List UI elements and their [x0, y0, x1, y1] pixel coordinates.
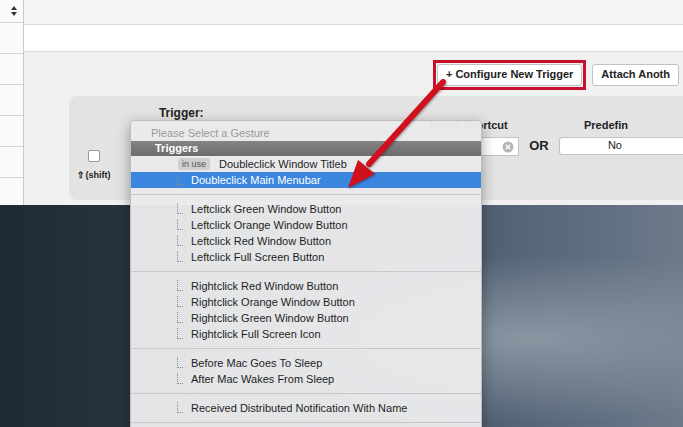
- menu-placeholder: Please Select a Gesture: [131, 125, 481, 141]
- shift-label: ⇧(shift): [77, 170, 110, 180]
- menu-item[interactable]: Received Distributed Notification With N…: [131, 400, 481, 416]
- predefined-column: Predefin No: [559, 96, 683, 200]
- menu-item[interactable]: Rightclick Orange Window Button: [131, 294, 481, 310]
- shift-column: ⇧(shift): [69, 96, 119, 200]
- menu-item[interactable]: Doubleclick Main Menubar: [131, 172, 481, 188]
- tree-mark-icon: [177, 373, 183, 384]
- tree-mark-icon: [177, 280, 183, 291]
- stepper-icon[interactable]: [10, 5, 18, 17]
- or-column: OR: [519, 96, 559, 200]
- tree-mark-icon: [177, 328, 183, 339]
- menu-separator: [131, 393, 481, 394]
- menu-item[interactable]: Rightclick Full Screen Icon: [131, 326, 481, 342]
- toolbar: + Configure New Trigger Attach Anoth: [24, 52, 683, 90]
- menu-header: Triggers: [131, 141, 481, 156]
- menu-separator: [131, 194, 481, 195]
- left-row[interactable]: [0, 23, 23, 54]
- stepper[interactable]: [0, 0, 23, 23]
- toolbar-button-frame: Attach Anoth: [588, 60, 683, 90]
- predefined-label: Predefin: [559, 119, 683, 131]
- or-label: OR: [529, 138, 549, 200]
- screen: + Configure New Trigger Attach Anoth ⇧(shi…: [0, 0, 683, 427]
- tree-mark-icon: [177, 235, 183, 246]
- menu-item[interactable]: Leftclick Full Screen Button: [131, 249, 481, 265]
- tree-mark-icon: [177, 296, 183, 307]
- toolbar-button[interactable]: + Configure New Trigger: [437, 64, 582, 86]
- menu-item[interactable]: Leftclick Green Window Button: [131, 201, 481, 217]
- menu-separator: [131, 422, 481, 423]
- trigger-title: Trigger:: [159, 106, 424, 120]
- menu-item[interactable]: Rightclick Red Window Button: [131, 278, 481, 294]
- tree-mark-icon: [177, 174, 183, 185]
- menu-item[interactable]: in useDoubleclick Window Titleb: [131, 156, 481, 172]
- menu-item[interactable]: After Mac Wakes From Sleep: [131, 371, 481, 387]
- toolbar-button[interactable]: Attach Anoth: [592, 64, 679, 86]
- left-row[interactable]: [0, 116, 23, 147]
- tree-mark-icon: [177, 219, 183, 230]
- clear-icon[interactable]: [502, 141, 514, 153]
- menu-item[interactable]: Leftclick Red Window Button: [131, 233, 481, 249]
- menu-separator: [131, 271, 481, 272]
- left-column: [0, 0, 24, 205]
- menu-item[interactable]: Before Mac Goes To Sleep: [131, 355, 481, 371]
- menu-item[interactable]: Rightclick Green Window Button: [131, 310, 481, 326]
- menu-separator: [131, 348, 481, 349]
- tree-mark-icon: [177, 357, 183, 368]
- tree-mark-icon: [177, 203, 183, 214]
- tree-mark-icon: [177, 251, 183, 262]
- left-row[interactable]: [0, 85, 23, 116]
- predefined-field[interactable]: No: [559, 137, 683, 155]
- left-row[interactable]: [0, 147, 23, 178]
- in-use-badge: in use: [178, 158, 210, 170]
- menu-item[interactable]: Leftclick Orange Window Button: [131, 217, 481, 233]
- tree-mark-icon: [177, 402, 183, 413]
- gesture-menu: Please Select a GestureTriggersin useDou…: [130, 120, 482, 427]
- top-strip: [24, 0, 683, 24]
- top-field[interactable]: [24, 24, 683, 52]
- toolbar-button-frame: + Configure New Trigger: [433, 60, 586, 90]
- shift-checkbox[interactable]: [88, 150, 100, 162]
- annotation-arrow-icon: [0, 0, 683, 427]
- tree-mark-icon: [177, 312, 183, 323]
- left-row[interactable]: [0, 54, 23, 85]
